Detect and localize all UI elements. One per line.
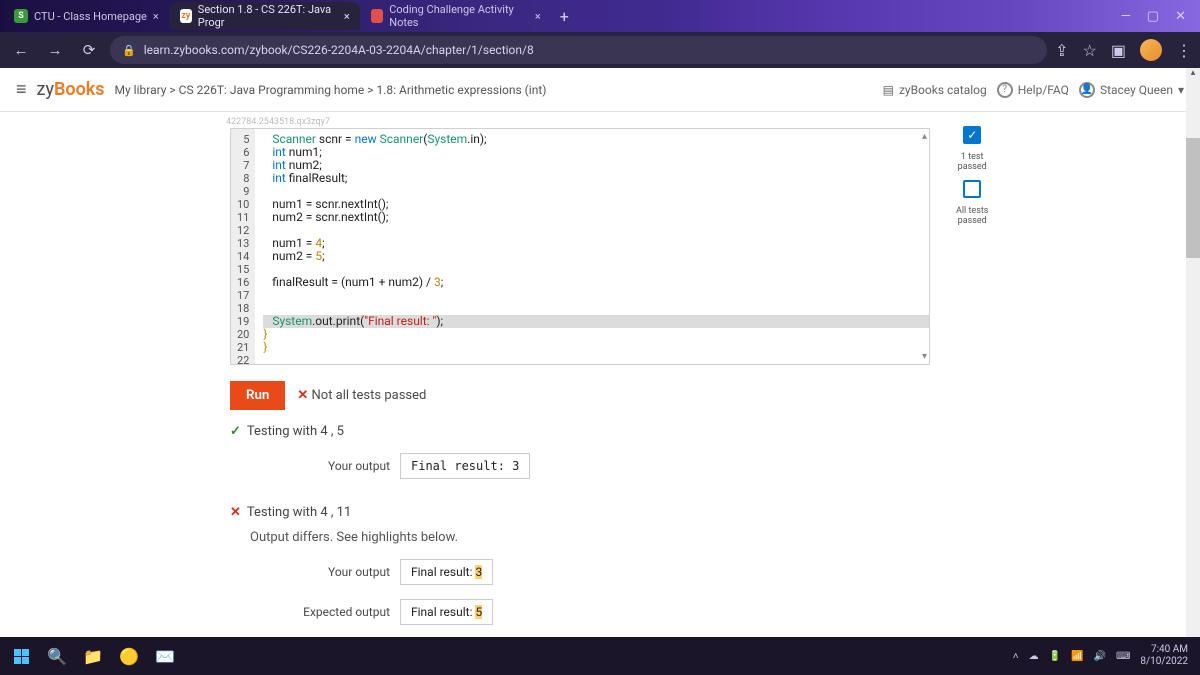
- help-icon: ?: [997, 82, 1013, 98]
- code-editor[interactable]: 422784.2543518.qx3zqy7 ▴ ▾ 5678910111213…: [230, 128, 930, 365]
- scrollbar-thumb[interactable]: [1186, 138, 1200, 258]
- watermark: 422784.2543518.qx3zqy7: [226, 117, 330, 127]
- url-text: learn.zybooks.com/zybook/CS226-2204A-03-…: [144, 43, 534, 57]
- mail-icon[interactable]: ✉️: [150, 641, 180, 671]
- test-pass-checkbox: ✓: [963, 126, 981, 144]
- close-icon[interactable]: ×: [153, 10, 159, 23]
- kebab-menu-icon[interactable]: ⋮: [1176, 41, 1192, 60]
- code-body[interactable]: Scanner scnr = new Scanner(System.in); i…: [255, 129, 929, 364]
- reload-button[interactable]: ⟳: [76, 41, 102, 59]
- lock-icon: 🔒: [122, 44, 136, 57]
- line-gutter: 5678910111213141516171819202122: [231, 129, 255, 364]
- output-value: Final result: 3: [400, 453, 530, 479]
- help-link[interactable]: ? Help/FAQ: [997, 82, 1069, 98]
- back-button[interactable]: ←: [8, 41, 34, 59]
- diff-note: Output differs. See highlights below.: [250, 530, 1200, 545]
- minimize-icon[interactable]: —: [1121, 9, 1131, 24]
- test-title: Testing with 4 , 11: [247, 505, 351, 520]
- browser-tab[interactable]: S CTU - Class Homepage ×: [4, 2, 169, 30]
- output-label: Your output: [280, 565, 390, 579]
- maximize-icon[interactable]: ▢: [1147, 9, 1159, 24]
- test-result-fail: ✕ Testing with 4 , 11 Output differs. Se…: [230, 505, 1200, 625]
- chrome-icon[interactable]: 🟡: [114, 641, 144, 671]
- run-status: ✕ Not all tests passed: [297, 388, 426, 403]
- output-label: Your output: [280, 459, 390, 473]
- start-button[interactable]: [6, 641, 36, 671]
- favicon: S: [14, 9, 28, 23]
- new-tab-button[interactable]: +: [552, 7, 577, 26]
- catalog-link[interactable]: ▤ zyBooks catalog: [883, 83, 987, 97]
- test-title: Testing with 4 , 5: [247, 424, 344, 439]
- zybooks-header: ≡ zyBooks My library > CS 226T: Java Pro…: [0, 68, 1200, 112]
- catalog-icon: ▤: [883, 83, 894, 97]
- browser-tab[interactable]: zy Section 1.8 - CS 226T: Java Progr ×: [170, 2, 360, 30]
- browser-tab-strip: S CTU - Class Homepage × zy Section 1.8 …: [0, 0, 1200, 32]
- user-icon: 👤: [1079, 82, 1095, 98]
- fail-icon: ✕: [297, 388, 308, 403]
- tab-title: Section 1.8 - CS 226T: Java Progr: [198, 3, 338, 29]
- test-result-pass: ✓ Testing with 4 , 5 Your output Final r…: [230, 424, 1200, 479]
- browser-toolbar: ← → ⟳ 🔒 learn.zybooks.com/zybook/CS226-2…: [0, 32, 1200, 68]
- profile-avatar[interactable]: [1140, 39, 1162, 61]
- system-clock[interactable]: 7:40 AM 8/10/2022: [1140, 644, 1194, 668]
- test-status-sidebar: ✓ 1 test passed All tests passed: [956, 126, 988, 226]
- search-icon[interactable]: 🔍: [42, 641, 72, 671]
- output-value: Final result: 3: [400, 559, 493, 585]
- scroll-up-icon[interactable]: ▴: [922, 131, 927, 142]
- all-tests-label: All tests passed: [956, 206, 988, 226]
- wifi-icon[interactable]: 📶: [1071, 651, 1083, 662]
- tab-title: CTU - Class Homepage: [34, 10, 147, 23]
- chevron-down-icon: ▾: [1178, 83, 1184, 97]
- zybooks-logo[interactable]: zyBooks: [37, 79, 105, 100]
- chevron-up-icon[interactable]: ˄: [1013, 651, 1019, 662]
- close-icon[interactable]: ×: [344, 10, 350, 23]
- expected-label: Expected output: [280, 605, 390, 619]
- scroll-down-icon[interactable]: ▾: [922, 351, 927, 362]
- favicon: zy: [180, 9, 192, 23]
- check-icon: ✓: [230, 424, 241, 439]
- browser-tab[interactable]: Coding Challenge Activity Notes ×: [361, 2, 551, 30]
- main-content: 422784.2543518.qx3zqy7 ▴ ▾ 5678910111213…: [0, 112, 1200, 625]
- tab-title: Coding Challenge Activity Notes: [389, 3, 529, 29]
- test-pass-label: 1 test passed: [958, 152, 987, 172]
- share-icon[interactable]: ⇪: [1055, 41, 1068, 60]
- menu-icon[interactable]: ≡: [16, 79, 27, 100]
- reader-icon[interactable]: ▣: [1111, 41, 1126, 60]
- volume-icon[interactable]: 🔊: [1094, 651, 1106, 662]
- all-tests-checkbox: [963, 180, 981, 198]
- close-icon[interactable]: ×: [535, 10, 541, 23]
- windows-taskbar: 🔍 📁 🟡 ✉️ ˄ ☁ 🔋 📶 🔊 ⌨ 7:40 AM 8/10/2022: [0, 637, 1200, 675]
- forward-button[interactable]: →: [42, 41, 68, 59]
- file-explorer-icon[interactable]: 📁: [78, 641, 108, 671]
- user-menu[interactable]: 👤 Stacey Queen ▾: [1079, 82, 1184, 98]
- run-bar: Run ✕ Not all tests passed: [230, 381, 1200, 410]
- close-window-icon[interactable]: ✕: [1175, 9, 1186, 24]
- input-icon[interactable]: ⌨: [1116, 651, 1130, 662]
- run-button[interactable]: Run: [230, 381, 285, 410]
- address-bar[interactable]: 🔒 learn.zybooks.com/zybook/CS226-2204A-0…: [110, 36, 1047, 64]
- bookmark-icon[interactable]: ☆: [1083, 41, 1097, 60]
- page-scrollbar[interactable]: ▴: [1186, 68, 1200, 637]
- favicon: [371, 9, 384, 23]
- cloud-icon[interactable]: ☁: [1029, 651, 1039, 662]
- expected-value: Final result: 5: [400, 599, 493, 625]
- breadcrumb[interactable]: My library > CS 226T: Java Programming h…: [115, 83, 547, 97]
- fail-icon: ✕: [230, 505, 241, 520]
- battery-icon[interactable]: 🔋: [1049, 651, 1061, 662]
